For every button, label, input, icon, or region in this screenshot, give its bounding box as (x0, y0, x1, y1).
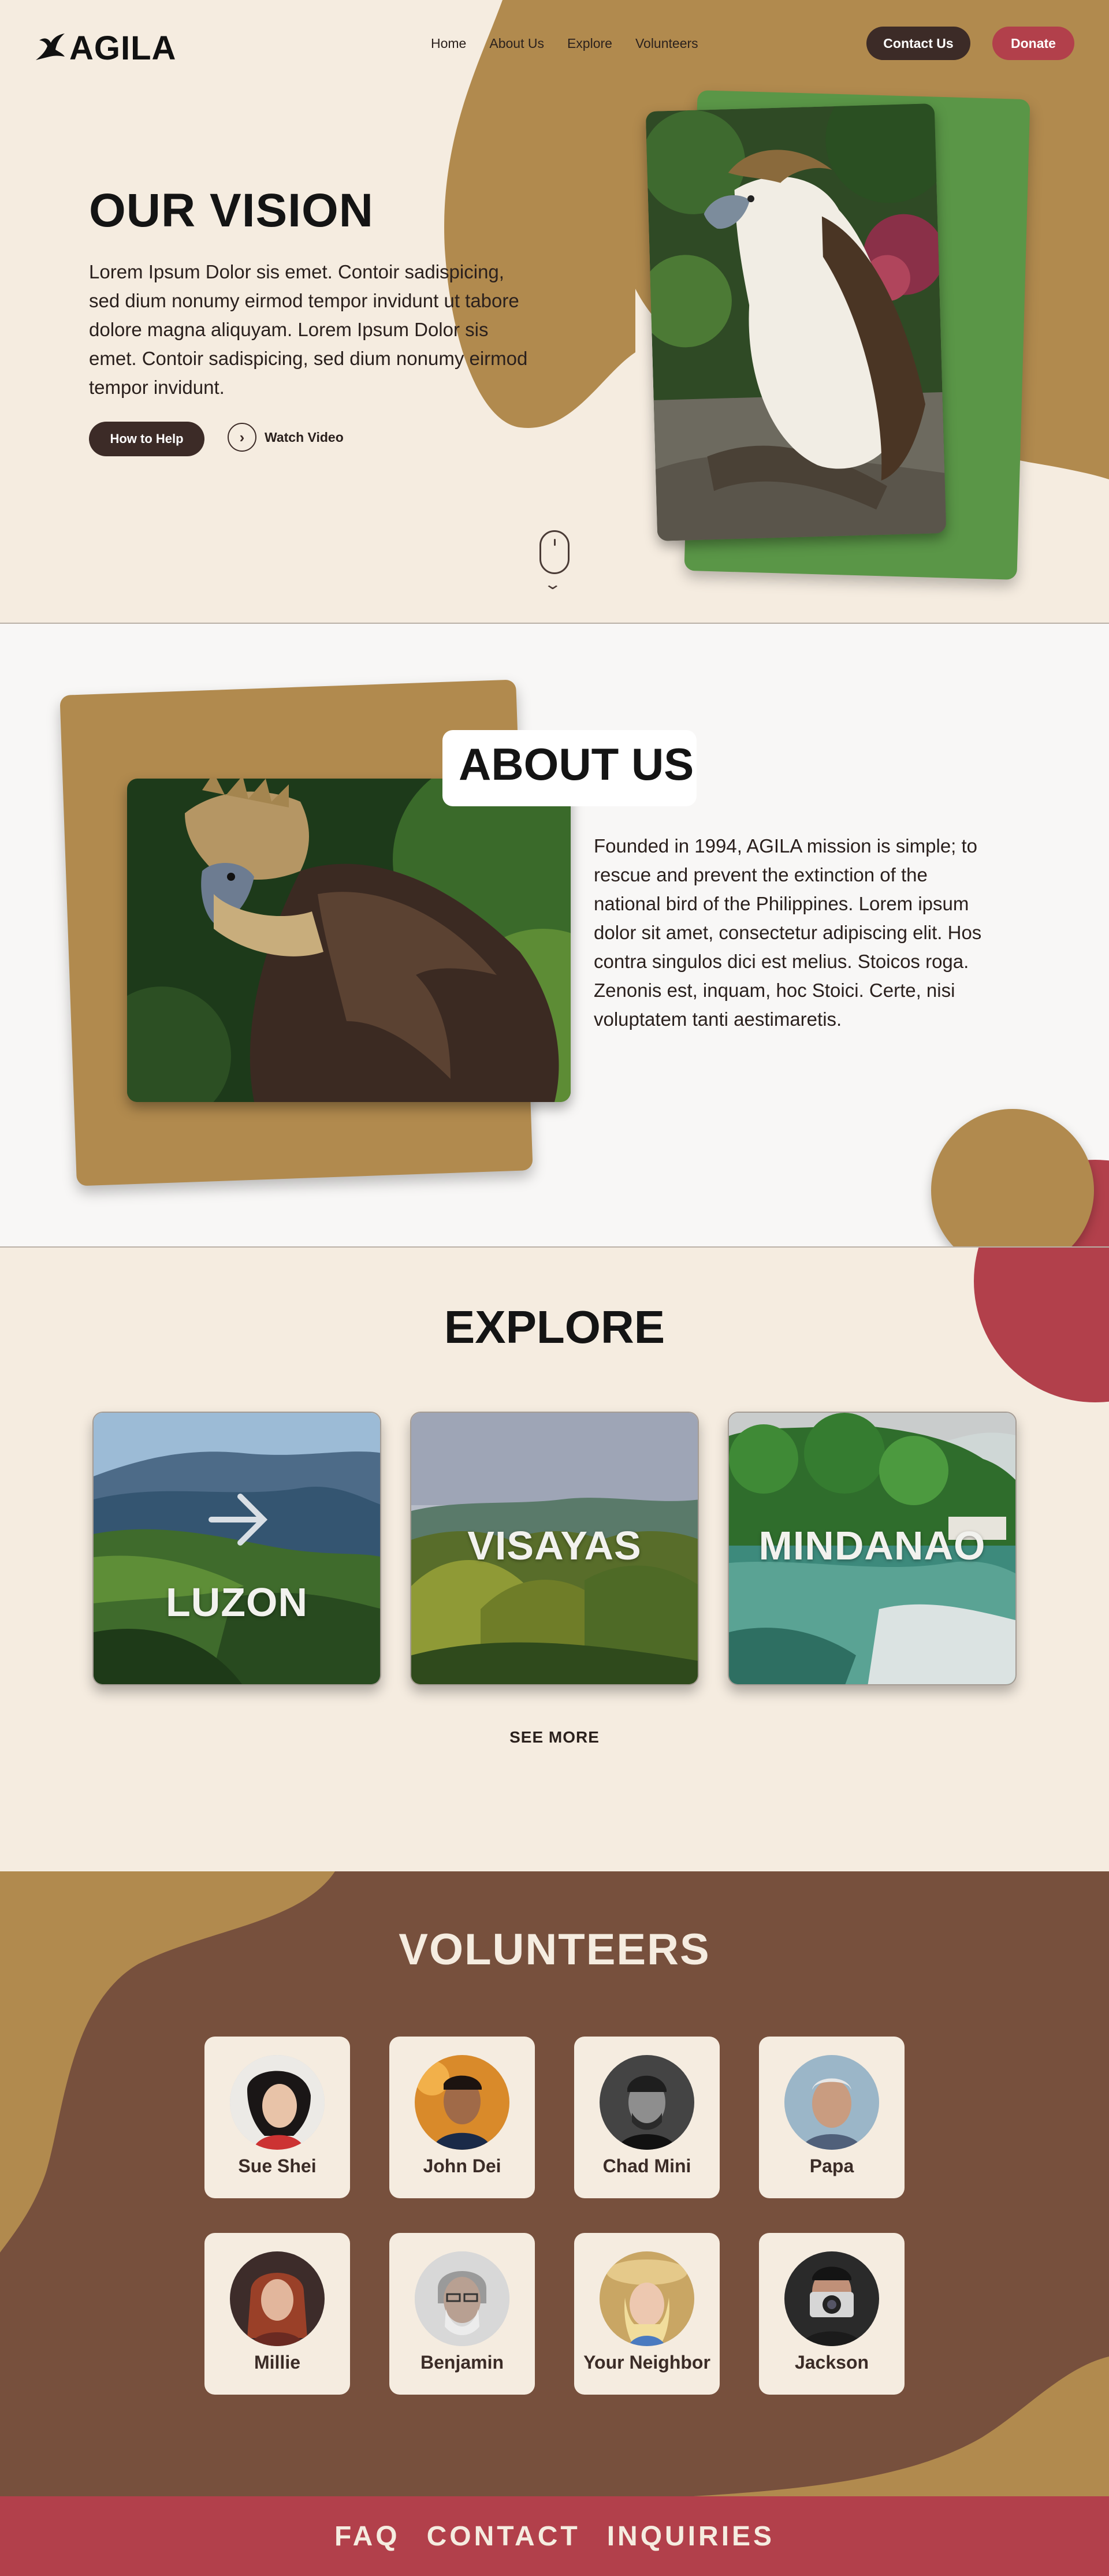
volunteers-section: VOLUNTEERS Sue Shei John Dei Chad Mini P… (0, 1871, 1109, 2496)
avatar (415, 2055, 509, 2150)
see-more-link[interactable]: SEE MORE (0, 1728, 1109, 1747)
volunteer-card[interactable]: Papa (759, 2037, 905, 2198)
vision-text: Lorem Ipsum Dolor sis emet. Contoir sadi… (89, 261, 528, 398)
volunteer-card[interactable]: Millie (204, 2233, 350, 2395)
chevron-down-icon[interactable]: ⌄ (544, 575, 563, 593)
avatar (600, 2251, 694, 2346)
volunteer-name: Jackson (794, 2352, 869, 2373)
watch-video-label: Watch Video (265, 429, 344, 445)
nav-home[interactable]: Home (431, 36, 466, 51)
avatar (230, 2251, 325, 2346)
contact-us-button[interactable]: Contact Us (866, 27, 970, 60)
watch-video-link[interactable]: › Watch Video (228, 423, 344, 452)
volunteer-name: Chad Mini (602, 2156, 691, 2176)
explore-title: EXPLORE (444, 1301, 665, 1353)
hero-section: AGILA Home About Us Explore Volunteers C… (0, 0, 1109, 624)
region-label-mindanao: MINDANAO (758, 1523, 986, 1568)
avatar (415, 2251, 509, 2346)
footer: FAQ CONTACT INQUIRIES (0, 2496, 1109, 2576)
nav-about-us[interactable]: About Us (489, 36, 544, 51)
volunteer-name: Your Neighbor (583, 2352, 710, 2373)
about-text: Founded in 1994, AGILA mission is simple… (594, 835, 982, 1030)
region-label-visayas: VISAYAS (467, 1523, 642, 1568)
eagle-portrait-photo (127, 779, 571, 1102)
volunteer-card[interactable]: Sue Shei (204, 2037, 350, 2198)
brand-name: AGILA (69, 29, 177, 67)
volunteer-card[interactable]: Benjamin (389, 2233, 535, 2395)
volunteer-name: Benjamin (420, 2352, 504, 2373)
region-label-luzon: LUZON (165, 1580, 308, 1625)
eagle-photo (645, 103, 947, 541)
avatar (600, 2055, 694, 2150)
volunteer-name: Sue Shei (238, 2156, 317, 2176)
chevron-right-icon: › (228, 423, 256, 452)
region-card-visayas[interactable]: VISAYAS (410, 1412, 699, 1685)
region-card-mindanao[interactable]: MINDANAO (728, 1412, 1017, 1685)
volunteer-card[interactable]: Chad Mini (574, 2037, 720, 2198)
footer-faq-link[interactable]: FAQ (334, 2521, 400, 2552)
volunteer-card[interactable]: Your Neighbor (574, 2233, 720, 2395)
volunteer-card[interactable]: Jackson (759, 2233, 905, 2395)
volunteer-name: Millie (254, 2352, 300, 2373)
mouse-scroll-icon[interactable] (539, 530, 570, 574)
volunteer-card[interactable]: John Dei (389, 2037, 535, 2198)
brand-logo[interactable]: AGILA (34, 29, 176, 68)
volunteer-name: Papa (809, 2156, 854, 2176)
about-section: ABOUT US Founded in 1994, AGILA mission … (0, 624, 1109, 1248)
explore-section: EXPLORE LUZON VISAYAS MINDANAO SEE MORE (0, 1248, 1109, 1871)
nav-volunteers[interactable]: Volunteers (635, 36, 698, 51)
avatar (784, 2055, 879, 2150)
eagle-icon (36, 33, 65, 60)
volunteers-title: VOLUNTEERS (399, 1925, 710, 1974)
page-title: OUR VISION (89, 184, 374, 237)
footer-inquiries-link[interactable]: INQUIRIES (607, 2521, 775, 2552)
region-card-luzon[interactable]: LUZON (92, 1412, 381, 1685)
nav-explore[interactable]: Explore (567, 36, 612, 51)
avatar (784, 2251, 879, 2346)
footer-contact-link[interactable]: CONTACT (427, 2521, 580, 2552)
main-nav: Home About Us Explore Volunteers (431, 36, 698, 51)
donate-button[interactable]: Donate (992, 27, 1074, 60)
decorative-tan-circle (931, 1109, 1094, 1246)
volunteer-name: John Dei (423, 2156, 501, 2176)
how-to-help-button[interactable]: How to Help (89, 422, 204, 456)
about-title: ABOUT US (459, 739, 694, 790)
avatar (230, 2055, 325, 2150)
arrow-right-icon (209, 1494, 268, 1546)
